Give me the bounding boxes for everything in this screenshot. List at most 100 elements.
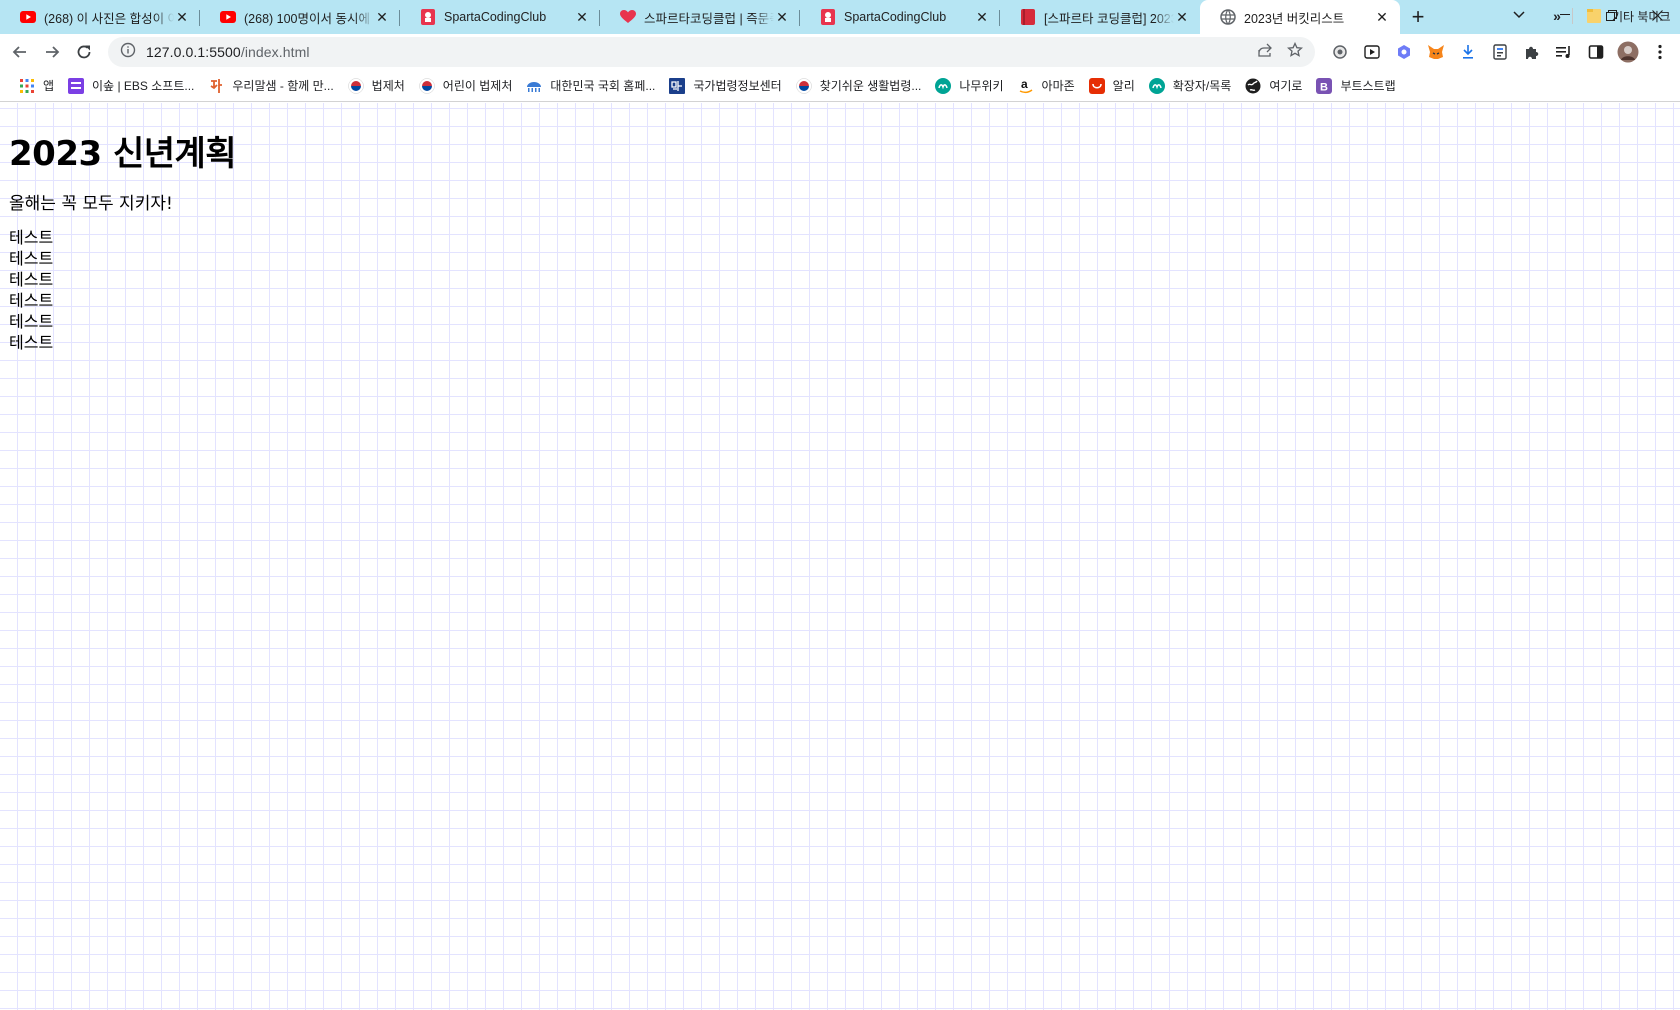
bookmark-bootstrap[interactable]: B 부트스트랩 [1309,74,1402,98]
close-tab-icon[interactable]: ✕ [974,9,990,25]
tab-sparta-notion[interactable]: [스파르타 코딩클럽] 2023 ✕ [1000,0,1200,34]
bookmark-label: 대한민국 국회 홈페... [550,79,656,93]
bookmark-apps[interactable]: 앱 [12,74,61,98]
bookmark-kids-moleg[interactable]: 어린이 법제처 [412,74,520,98]
tab-list: (268) 이 사진은 합성이 아 ✕ (268) 100명이서 동시에 포 ✕… [0,0,1400,34]
chrome-menu-icon[interactable] [1648,40,1672,64]
bootstrap-icon: B [1316,77,1333,94]
bookmark-extension-list[interactable]: 확장자/목록 [1142,74,1239,98]
bookmark-aliexpress[interactable]: 알리 [1082,74,1142,98]
bookmark-law-center[interactable]: 국가법령정보센터 [662,74,788,98]
list-item: 테스트 [9,228,54,247]
side-panel-icon[interactable] [1584,40,1608,64]
tab-search-chevron-icon[interactable] [1496,0,1542,30]
list-item: 테스트 [9,249,54,268]
other-bookmarks-label: 기타 북마크 [1612,9,1671,24]
site-info-icon[interactable] [120,42,136,63]
amazon-icon: a [1018,78,1034,94]
extension-gear-icon[interactable] [1328,40,1352,64]
address-bar[interactable]: 127.0.0.1:5500/index.html [108,37,1315,67]
other-bookmarks-folder[interactable]: 기타 북마크 [1580,4,1677,28]
extensions-area [1328,40,1672,64]
close-tab-icon[interactable]: ✕ [1174,9,1190,25]
tab-strip: (268) 이 사진은 합성이 아 ✕ (268) 100명이서 동시에 포 ✕… [0,0,1680,34]
reload-button[interactable] [68,36,100,68]
url-host: 127.0.0.1:5500 [146,44,241,60]
bookmarks-bar: 앱 이솦 | EBS 소프트... 우리말샘 - 함께 만... 법제처 어린이… [0,70,1680,102]
bookmark-label: 이솦 | EBS 소프트... [92,79,195,93]
tab-title: [스파르타 코딩클럽] 2023 [1044,11,1174,26]
list-item: 테스트 [9,291,54,310]
tab-title: SpartaCodingClub [444,10,547,24]
globe-icon [1220,9,1236,25]
bookmark-assembly[interactable]: 대한민국 국회 홈페... [519,74,662,98]
close-tab-icon[interactable]: ✕ [774,9,790,25]
tab-youtube-1[interactable]: (268) 이 사진은 합성이 아 ✕ [0,0,200,34]
url-text[interactable]: 127.0.0.1:5500/index.html [146,44,1257,60]
close-tab-icon[interactable]: ✕ [1374,9,1390,25]
sparta-icon [420,9,436,25]
bookmark-label: 찾기쉬운 생활법령... [819,79,922,93]
bookmark-easylaw[interactable]: 찾기쉬운 생활법령... [789,74,929,98]
omnibox-actions [1257,41,1304,63]
youtube-icon [20,9,36,25]
namuwiki-icon [935,77,952,94]
extension-player-icon[interactable] [1360,40,1384,64]
notebook-icon [1020,9,1036,25]
folder-icon [1586,8,1602,24]
share-icon[interactable] [1257,42,1273,63]
tab-title: 스파르타코딩클럽 | 즉문즉 [644,11,774,26]
new-tab-button[interactable]: + [1400,0,1436,34]
bookmark-star-icon[interactable] [1286,41,1304,63]
forward-arrow-icon [46,46,60,58]
tab-sparta-qna[interactable]: 스파르타코딩클럽 | 즉문즉 ✕ [600,0,800,34]
extension-hexagon-icon[interactable] [1392,40,1416,64]
bookmark-yeogiro[interactable]: 여기로 [1238,74,1309,98]
url-path: /index.html [240,44,310,60]
list-item: 테스트 [9,333,54,352]
bookmark-namuwiki[interactable]: 나무위키 [928,74,1010,98]
bookmark-label: 국가법령정보센터 [693,79,782,93]
tab-title: (268) 100명이서 동시에 포 [244,11,374,26]
bookmark-moleg[interactable]: 법제처 [341,74,412,98]
heart-icon [620,9,636,25]
bookmark-label: 부트스트랩 [1340,79,1396,93]
profile-avatar[interactable] [1616,40,1640,64]
svg-text:a: a [1021,78,1028,91]
bookmark-label: 법제처 [371,79,405,93]
bookmark-label: 확장자/목록 [1172,79,1232,93]
bookmark-label: 알리 [1112,79,1135,93]
back-button[interactable] [4,36,36,68]
tab-youtube-2[interactable]: (268) 100명이서 동시에 포 ✕ [200,0,400,34]
bookmark-urimalsaem[interactable]: 우리말샘 - 함께 만... [201,74,340,98]
bookmark-ebs[interactable]: 이솦 | EBS 소프트... [61,74,201,98]
youtube-icon [220,9,236,25]
tab-title: (268) 이 사진은 합성이 아 [44,11,174,26]
media-control-icon[interactable] [1552,40,1576,64]
forward-button[interactable] [36,36,68,68]
extensions-puzzle-icon[interactable] [1520,40,1544,64]
korea-flag-icon [795,77,812,94]
korea-flag-icon [419,77,435,94]
bookmark-amazon[interactable]: a 아마존 [1011,74,1082,98]
bookmark-label: 앱 [43,79,55,93]
bookmarks-divider [1572,8,1573,24]
tab-sparta-2[interactable]: SpartaCodingClub ✕ [800,0,1000,34]
korea-flag-icon [347,77,364,94]
aliexpress-icon [1088,77,1105,94]
close-tab-icon[interactable]: ✕ [574,9,590,25]
bucket-list: 테스트 테스트 테스트 테스트 테스트 테스트 [9,227,53,353]
bookmarks-overflow-button[interactable]: » [1547,4,1567,28]
extension-download-icon[interactable] [1456,40,1480,64]
close-tab-icon[interactable]: ✕ [374,9,390,25]
extension-document-icon[interactable] [1488,40,1512,64]
urimalsaem-icon [208,78,224,94]
metamask-fox-icon[interactable] [1424,40,1448,64]
tab-bucketlist-active[interactable]: 2023년 버킷리스트 ✕ [1200,0,1400,34]
ebs-icon [68,77,85,94]
tab-sparta-1[interactable]: SpartaCodingClub ✕ [400,0,600,34]
bookmark-label: 나무위키 [959,79,1004,93]
close-tab-icon[interactable]: ✕ [174,9,190,25]
browser-toolbar: 127.0.0.1:5500/index.html [0,34,1680,70]
list-item: 테스트 [9,270,54,289]
